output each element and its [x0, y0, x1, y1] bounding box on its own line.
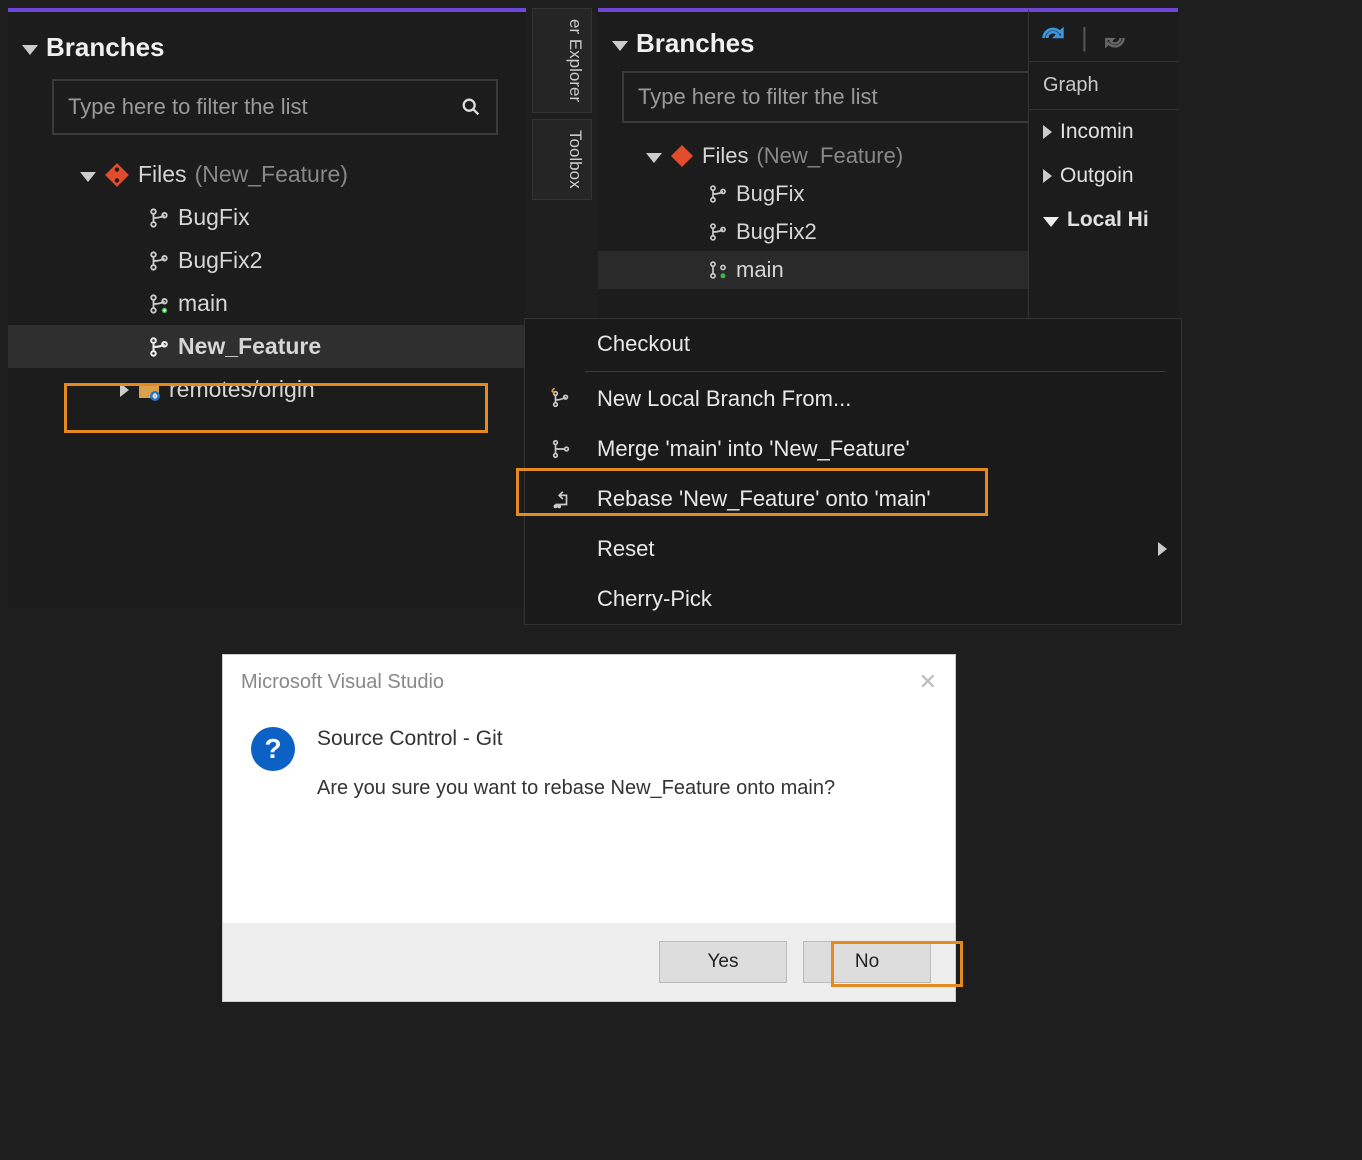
search-icon[interactable]	[460, 96, 482, 118]
repo-label: Files	[702, 143, 748, 169]
incoming-label: Incomin	[1060, 120, 1134, 144]
git-repo-icon	[670, 144, 694, 168]
branch-icon	[708, 184, 728, 204]
tab-explorer[interactable]: er Explorer	[532, 8, 592, 113]
refresh-icon[interactable]	[1039, 24, 1067, 52]
separator	[585, 371, 1165, 372]
branches-title: Branches	[636, 28, 755, 59]
folder-remote-icon	[137, 379, 161, 401]
local-history-item[interactable]: Local Hi	[1029, 198, 1178, 242]
rebase-icon	[543, 488, 579, 510]
submenu-arrow-icon	[1158, 542, 1167, 556]
ctx-merge[interactable]: Merge 'main' into 'New_Feature'	[525, 424, 1181, 474]
git-repo-icon	[104, 162, 130, 188]
ctx-cherry-pick[interactable]: Cherry-Pick	[525, 574, 1181, 624]
branch-tracking-icon	[708, 260, 728, 280]
branch-label: main	[178, 290, 228, 317]
ctx-label: Rebase 'New_Feature' onto 'main'	[597, 486, 931, 512]
expand-icon	[646, 153, 662, 163]
repo-node[interactable]: Files (New_Feature)	[8, 153, 526, 196]
branches-title: Branches	[46, 32, 165, 63]
no-button[interactable]: No	[803, 941, 931, 983]
filter-box[interactable]	[52, 79, 498, 135]
remotes-label: remotes/origin	[169, 376, 315, 403]
branch-label: BugFix2	[736, 219, 817, 245]
branch-label: main	[736, 257, 784, 283]
expand-icon	[1043, 169, 1052, 183]
branches-panel-left: Branches Files (New_Feature) BugFix BugF…	[8, 8, 526, 608]
outgoing-item[interactable]: Outgoin	[1029, 154, 1178, 198]
ctx-label: Merge 'main' into 'New_Feature'	[597, 436, 910, 462]
local-history-label: Local Hi	[1067, 208, 1149, 232]
ctx-label: Checkout	[597, 331, 690, 357]
repo-current-branch: (New_Feature)	[195, 161, 348, 188]
branch-label: BugFix	[178, 204, 250, 231]
graph-label[interactable]: Graph	[1029, 62, 1178, 110]
repo-current-branch: (New_Feature)	[756, 143, 903, 169]
branch-label: BugFix2	[178, 247, 262, 274]
yes-button[interactable]: Yes	[659, 941, 787, 983]
question-icon: ?	[251, 727, 295, 771]
branch-tree: Files (New_Feature) BugFix BugFix2 main …	[8, 153, 526, 411]
remotes-node[interactable]: remotes/origin	[8, 368, 526, 411]
branch-label: BugFix	[736, 181, 804, 207]
ctx-rebase[interactable]: Rebase 'New_Feature' onto 'main'	[525, 474, 1181, 524]
separator: |	[1081, 22, 1088, 53]
new-branch-icon	[543, 388, 579, 410]
outgoing-label: Outgoin	[1060, 164, 1134, 188]
expand-icon	[120, 383, 129, 397]
branch-icon	[148, 250, 170, 272]
merge-icon	[543, 438, 579, 460]
branch-label: New_Feature	[178, 333, 321, 360]
ctx-checkout[interactable]: Checkout	[525, 319, 1181, 369]
collapse-icon	[22, 45, 38, 55]
branch-icon	[148, 207, 170, 229]
dialog-footer: Yes No	[223, 923, 955, 1001]
branches-header[interactable]: Branches	[8, 12, 526, 79]
ctx-label: New Local Branch From...	[597, 386, 851, 412]
filter-input[interactable]	[68, 94, 460, 120]
branch-bugfix[interactable]: BugFix	[8, 196, 526, 239]
branch-new-feature[interactable]: New_Feature	[8, 325, 526, 368]
collapse-icon	[1043, 217, 1059, 227]
collapse-icon	[612, 41, 628, 51]
confirm-rebase-dialog: Microsoft Visual Studio ✕ ? Source Contr…	[222, 654, 956, 1002]
sync-icon[interactable]	[1102, 25, 1128, 51]
dialog-message: Are you sure you want to rebase New_Feat…	[317, 777, 835, 800]
side-tabs: er Explorer Toolbox	[532, 8, 592, 200]
ctx-new-branch[interactable]: New Local Branch From...	[525, 374, 1181, 424]
branch-main[interactable]: main	[8, 282, 526, 325]
ctx-label: Reset	[597, 536, 654, 562]
ctx-label: Cherry-Pick	[597, 586, 712, 612]
repo-label: Files	[138, 161, 187, 188]
branch-context-menu: Checkout New Local Branch From... Merge …	[524, 318, 1182, 625]
close-icon[interactable]: ✕	[919, 669, 937, 695]
branch-icon	[708, 222, 728, 242]
branch-bugfix2[interactable]: BugFix2	[8, 239, 526, 282]
branch-icon	[148, 336, 170, 358]
dialog-title: Microsoft Visual Studio	[241, 671, 444, 694]
ctx-reset[interactable]: Reset	[525, 524, 1181, 574]
expand-icon	[80, 172, 96, 182]
dialog-heading: Source Control - Git	[317, 727, 835, 751]
tab-toolbox[interactable]: Toolbox	[532, 119, 592, 200]
expand-icon	[1043, 125, 1052, 139]
incoming-item[interactable]: Incomin	[1029, 110, 1178, 154]
branch-tracking-icon	[148, 293, 170, 315]
